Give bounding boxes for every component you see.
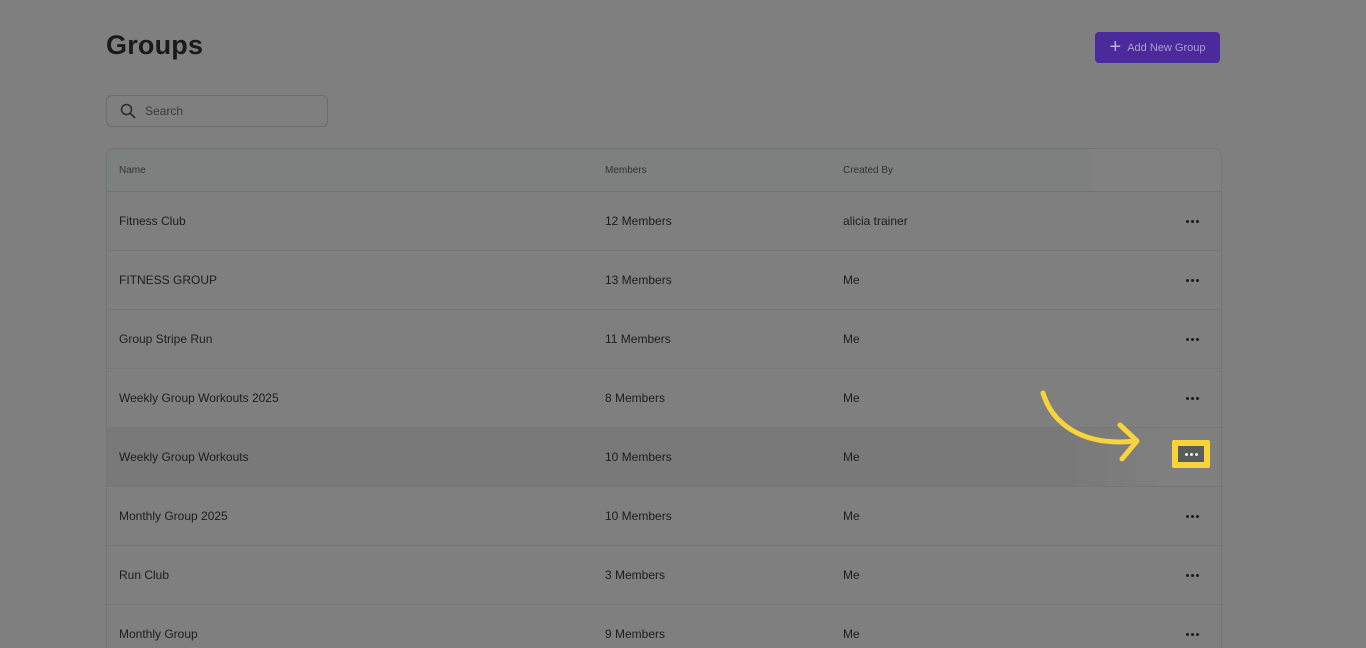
search-icon [120, 103, 136, 119]
more-options-button[interactable] [1183, 215, 1201, 227]
table-row[interactable]: Monthly Group 9 Members Me [107, 605, 1221, 648]
group-created-by: Me [843, 391, 860, 405]
group-name[interactable]: Monthly Group [119, 627, 198, 641]
group-name[interactable]: Weekly Group Workouts 2025 [119, 391, 279, 405]
table-row[interactable]: Monthly Group 2025 10 Members Me [107, 487, 1221, 546]
group-created-by: Me [843, 509, 860, 523]
group-members: 3 Members [605, 568, 666, 582]
group-members: 10 Members [605, 450, 672, 464]
more-options-button[interactable] [1183, 569, 1201, 581]
more-options-button[interactable] [1183, 510, 1201, 522]
more-horizontal-icon [1185, 396, 1199, 400]
group-name[interactable]: Run Club [119, 568, 169, 582]
group-members: 8 Members [605, 391, 666, 405]
table-row[interactable]: FITNESS GROUP 13 Members Me [107, 251, 1221, 310]
group-members: 12 Members [605, 214, 672, 228]
group-created-by: Me [843, 627, 860, 641]
search-input[interactable] [143, 103, 317, 119]
groups-page: Groups + Add New Group Name Members Crea… [0, 0, 1366, 648]
more-options-button[interactable] [1183, 628, 1201, 640]
more-horizontal-icon [1185, 219, 1199, 223]
column-header-name[interactable]: Name [119, 165, 146, 176]
annotation-arrow-icon [1040, 390, 1140, 462]
more-horizontal-icon [1184, 452, 1198, 456]
add-new-group-label: Add New Group [1127, 41, 1206, 54]
search-box[interactable] [106, 95, 328, 127]
plus-icon: + [1109, 35, 1122, 58]
table-row[interactable]: Fitness Club 12 Members alicia trainer [107, 192, 1221, 251]
more-horizontal-icon [1185, 632, 1199, 636]
group-name[interactable]: Group Stripe Run [119, 332, 212, 346]
group-members: 13 Members [605, 273, 672, 287]
group-name[interactable]: Weekly Group Workouts [119, 450, 249, 464]
more-options-button[interactable] [1183, 274, 1201, 286]
group-created-by: Me [843, 273, 860, 287]
more-options-button[interactable] [1183, 333, 1201, 345]
actions-column-header [1089, 149, 1221, 191]
more-horizontal-icon [1185, 514, 1199, 518]
column-header-members[interactable]: Members [605, 165, 647, 176]
group-created-by: Me [843, 450, 860, 464]
more-horizontal-icon [1185, 337, 1199, 341]
group-created-by: Me [843, 332, 860, 346]
more-horizontal-icon [1185, 278, 1199, 282]
group-name[interactable]: Fitness Club [119, 214, 186, 228]
column-header-created-by[interactable]: Created By [843, 165, 893, 176]
group-name[interactable]: FITNESS GROUP [119, 273, 217, 287]
group-created-by: Me [843, 568, 860, 582]
table-row[interactable]: Group Stripe Run 11 Members Me [107, 310, 1221, 369]
page-title: Groups [106, 30, 204, 60]
more-options-button[interactable] [1183, 392, 1201, 404]
group-members: 10 Members [605, 509, 672, 523]
group-created-by: alicia trainer [843, 214, 908, 228]
more-options-button-highlighted[interactable] [1172, 440, 1210, 468]
add-new-group-button[interactable]: + Add New Group [1095, 32, 1220, 63]
table-row[interactable]: Run Club 3 Members Me [107, 546, 1221, 605]
more-horizontal-icon [1185, 573, 1199, 577]
group-members: 9 Members [605, 627, 666, 641]
group-members: 11 Members [605, 332, 671, 346]
group-name[interactable]: Monthly Group 2025 [119, 509, 228, 523]
table-header: Name Members Created By [107, 149, 1221, 192]
